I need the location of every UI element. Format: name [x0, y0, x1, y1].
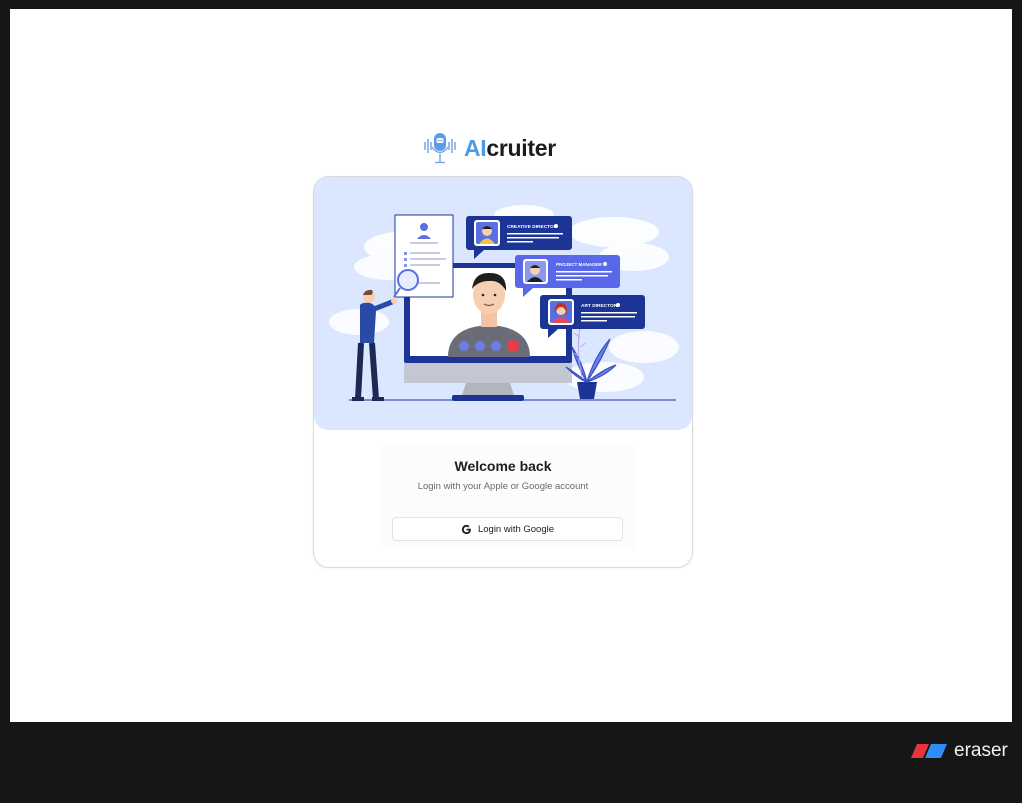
app-title: AIcruiter — [464, 135, 556, 162]
microphone-icon — [424, 133, 456, 164]
eraser-watermark: eraser — [911, 740, 1008, 761]
chat-card-title-2: PROJECT MANAGER — [556, 262, 603, 267]
eraser-logo-icon — [911, 744, 947, 758]
welcome-heading: Welcome back — [454, 458, 552, 474]
login-card: CREATIVE DIRECTOR PROJECT MANAGER ART DI… — [313, 176, 693, 568]
chat-card-title-1: CREATIVE DIRECTOR — [507, 224, 558, 230]
app-title-ai: AI — [464, 134, 487, 161]
hero-illustration: CREATIVE DIRECTOR PROJECT MANAGER ART DI… — [314, 177, 692, 430]
login-subtitle: Login with your Apple or Google account — [417, 481, 589, 492]
login-with-google-label: Login with Google — [477, 523, 555, 535]
app-title-rest: cruiter — [486, 134, 556, 161]
eraser-brand-text: eraser — [954, 740, 1008, 761]
app-logo: AIcruiter — [422, 130, 556, 166]
chat-card-title-3: ART DIRECTOR — [581, 303, 618, 309]
app-window: AIcruiter CREATIVE DIRECTOR PROJECT MANA… — [10, 9, 1012, 722]
login-with-google-button[interactable]: Login with Google — [392, 517, 623, 541]
google-icon — [461, 524, 471, 534]
